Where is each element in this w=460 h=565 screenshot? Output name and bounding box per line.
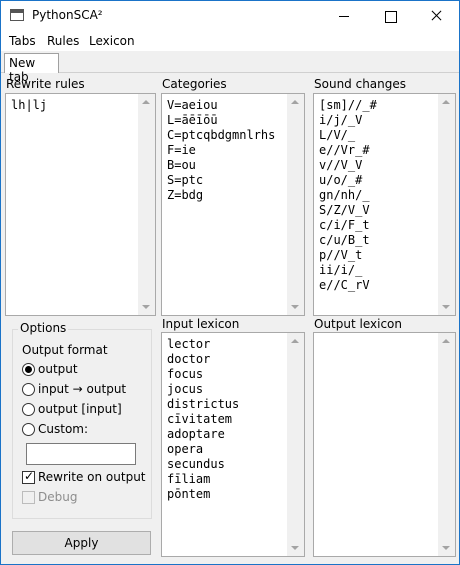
title-bar[interactable]: PythonSCA² [1, 1, 459, 31]
text-line: F=ie [167, 143, 196, 157]
input-lexicon-textarea[interactable]: lector doctor focus jocus districtus cīvitate… [161, 332, 305, 557]
text-line: i/j/_V [319, 113, 363, 127]
input-lexicon-label: Input lexicon [162, 317, 240, 331]
checkbox-label: Debug [38, 490, 78, 504]
sound-changes-label: Sound changes [314, 77, 407, 91]
text-line: e//Vr_# [319, 143, 370, 157]
rewrite-rules-scrollbar[interactable] [138, 94, 155, 315]
text-line: pōntem [167, 487, 211, 501]
text-line: L=āēīōū [167, 113, 218, 127]
rewrite-rules-label: Rewrite rules [6, 77, 85, 91]
menu-lexicon[interactable]: Lexicon [89, 34, 135, 48]
text-line: S=ptc [167, 173, 204, 187]
tab-new-tab[interactable]: New tab [4, 53, 59, 84]
output-format-label: Output format [22, 343, 108, 357]
input-lexicon-text: lector doctor focus jocus districtus cīvitate… [167, 337, 284, 502]
text-line: ii/i/_ [319, 263, 363, 277]
text-line: fīliam [167, 472, 211, 486]
menu-bar: Tabs Rules Lexicon [1, 31, 459, 51]
text-line: lector [167, 337, 211, 351]
text-line: cīvitatem [167, 412, 233, 426]
input-lexicon-scrollbar[interactable] [287, 333, 304, 556]
text-line: S/Z/V_V [319, 203, 370, 217]
text-line: doctor [167, 352, 211, 366]
text-line: jocus [167, 382, 204, 396]
sound-changes-text: [sm]//_# i/j/_V L/V/_ e//Vr_# v//V_V u/o/_# gn… [319, 98, 435, 293]
checkbox[interactable] [22, 491, 35, 504]
scroll-up-icon[interactable] [142, 100, 150, 104]
menu-tabs[interactable]: Tabs [9, 34, 36, 48]
scroll-up-icon[interactable] [291, 339, 299, 343]
scroll-down-icon[interactable] [291, 546, 299, 550]
text-line: u/o/_# [319, 173, 363, 187]
text-line: p//V_t [319, 248, 363, 262]
scroll-up-icon[interactable] [442, 100, 450, 104]
text-line: [sm]//_# [319, 98, 377, 112]
scroll-down-icon[interactable] [442, 305, 450, 309]
text-line: V=aeiou [167, 98, 218, 112]
checkbox[interactable] [22, 469, 35, 484]
scroll-up-icon[interactable] [442, 339, 450, 343]
radio-label: output [38, 362, 78, 376]
sound-changes-scrollbar[interactable] [438, 94, 455, 315]
radio-label: input → output [38, 382, 127, 396]
text-line: B=ou [167, 158, 196, 172]
radio-button[interactable] [22, 423, 35, 436]
text-line: gn/nh/_ [319, 188, 370, 202]
radio-label: Custom: [38, 422, 89, 436]
text-line: focus [167, 367, 204, 381]
categories-text: V=aeiou L=āēīōū C=ptcqbdgmnlrhs F=ie B=ou S=p… [167, 98, 284, 203]
text-line: districtus [167, 397, 240, 411]
checkbox-label: Rewrite on output [38, 470, 146, 484]
scroll-down-icon[interactable] [142, 305, 150, 309]
text-line: C=ptcqbdgmnlrhs [167, 128, 276, 142]
close-icon[interactable] [413, 1, 459, 31]
radio-button[interactable] [22, 383, 35, 396]
custom-format-input[interactable] [26, 443, 136, 465]
tab-strip: New tab [1, 51, 459, 84]
text-line: c/u/B_t [319, 233, 370, 247]
text-line: c/i/F_t [319, 218, 370, 232]
categories-label: Categories [162, 77, 227, 91]
text-line: L/V/_ [319, 128, 356, 142]
scroll-down-icon[interactable] [291, 305, 299, 309]
radio-button[interactable] [22, 363, 35, 376]
text-line: e//C_rV [319, 278, 370, 292]
categories-scrollbar[interactable] [287, 94, 304, 315]
options-group-title: Options [18, 321, 69, 335]
categories-textarea[interactable]: V=aeiou L=āēīōū C=ptcqbdgmnlrhs F=ie B=ou S=p… [161, 93, 305, 316]
rewrite-rules-textarea[interactable]: lh|lj [5, 93, 156, 316]
output-lexicon-textarea[interactable] [313, 332, 456, 557]
text-line: opera [167, 442, 204, 456]
output-lexicon-label: Output lexicon [314, 317, 402, 331]
text-line: secundus [167, 457, 225, 471]
output-lexicon-scrollbar[interactable] [438, 333, 455, 556]
app-window: PythonSCA² Tabs Rules Lexicon New tab Re… [0, 0, 460, 565]
maximize-icon[interactable] [367, 1, 413, 31]
scroll-down-icon[interactable] [442, 546, 450, 550]
app-window-icon [10, 9, 24, 21]
window-title: PythonSCA² [32, 8, 103, 22]
radio-button[interactable] [22, 403, 35, 416]
menu-rules[interactable]: Rules [47, 34, 79, 48]
radio-label: output [input] [38, 402, 122, 416]
text-line: adoptare [167, 427, 225, 441]
rewrite-rules-text: lh|lj [11, 98, 48, 112]
apply-button[interactable]: Apply [12, 531, 151, 555]
minimize-icon[interactable] [321, 1, 367, 31]
text-line: v//V_V [319, 158, 363, 172]
sound-changes-textarea[interactable]: [sm]//_# i/j/_V L/V/_ e//Vr_# v//V_V u/o/_# gn… [313, 93, 456, 316]
text-line: Z=bdg [167, 188, 204, 202]
scroll-up-icon[interactable] [291, 100, 299, 104]
